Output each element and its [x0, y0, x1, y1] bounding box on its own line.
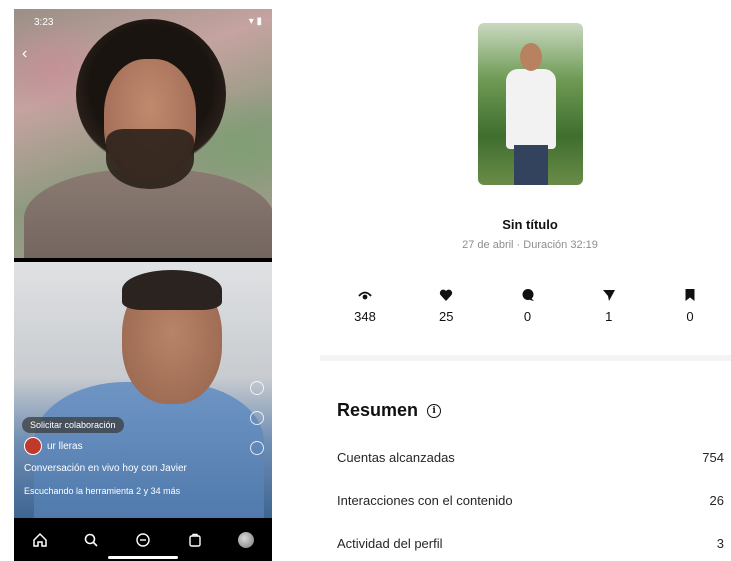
- avatar: [238, 531, 255, 548]
- host-hair: [122, 270, 222, 310]
- summary-title: Resumen: [337, 400, 419, 420]
- viewers-line: Escuchando la herramienta 2 y 34 más: [24, 486, 181, 496]
- stat-row-interactions[interactable]: Interacciones con el contenido 26: [337, 493, 724, 508]
- bottom-navigation: [14, 518, 272, 561]
- home-icon[interactable]: [27, 527, 53, 553]
- stat-value: 3: [716, 536, 724, 551]
- section-divider: [320, 355, 731, 361]
- overlay-user[interactable]: ur lleras: [24, 437, 83, 455]
- share-icon: [601, 287, 617, 303]
- metric-comments: 0: [488, 287, 568, 324]
- metric-value: 1: [605, 309, 613, 324]
- metric-saves: 0: [650, 287, 730, 324]
- heart-icon: [438, 287, 454, 303]
- live-video-screenshot: 3:23 ▾ ▮ ‹ Solicitar colaboración ur lle…: [14, 9, 272, 561]
- back-arrow-icon[interactable]: ‹: [22, 45, 27, 63]
- comment-icon: [520, 287, 536, 303]
- username: ur lleras: [47, 440, 83, 452]
- metric-value: 0: [523, 309, 532, 324]
- metric-views: 348: [325, 287, 405, 324]
- stat-row-profile-activity[interactable]: Actividad del perfil 3: [337, 536, 724, 551]
- metric-value: 348: [354, 309, 376, 324]
- stat-row-reach[interactable]: Cuentas alcanzadas 754: [337, 450, 724, 465]
- home-indicator: [108, 556, 178, 559]
- search-icon[interactable]: [78, 527, 104, 553]
- send-outline-icon[interactable]: [250, 441, 264, 455]
- reels-icon[interactable]: [130, 527, 156, 553]
- metric-likes: 25: [406, 287, 486, 324]
- status-icons: ▾ ▮: [248, 16, 262, 27]
- status-time: 3:23: [34, 17, 54, 28]
- heart-outline-icon[interactable]: [250, 381, 264, 395]
- stat-label: Interacciones con el contenido: [337, 493, 513, 508]
- stat-value: 754: [702, 450, 724, 465]
- guest-beard: [106, 129, 194, 189]
- save-icon: [682, 287, 698, 303]
- post-title: Sin título: [502, 217, 558, 232]
- eye-icon: [357, 287, 373, 303]
- host-video-feed: [14, 262, 272, 518]
- collaboration-pill[interactable]: Solicitar colaboración: [22, 417, 124, 433]
- guest-video-feed: 3:23 ▾ ▮ ‹: [14, 9, 272, 258]
- stat-label: Actividad del perfil: [337, 536, 443, 551]
- user-avatar: [24, 437, 42, 455]
- post-meta: 27 de abril · Duración 32:19: [462, 239, 598, 251]
- info-icon[interactable]: i: [427, 403, 442, 418]
- post-thumbnail[interactable]: [478, 23, 583, 185]
- stat-label: Cuentas alcanzadas: [337, 450, 455, 465]
- metric-shares: 1: [569, 287, 649, 324]
- side-actions: [250, 381, 264, 455]
- thumbnail-person-head: [520, 43, 542, 71]
- comment-outline-icon[interactable]: [250, 411, 264, 425]
- metric-value: 0: [686, 309, 694, 324]
- thumbnail-person-shirt: [506, 69, 556, 149]
- video-caption: Conversación en vivo hoy con Javier: [24, 463, 187, 474]
- summary-header: Resumen i: [337, 400, 442, 421]
- metric-value: 25: [439, 309, 454, 324]
- thumbnail-person-legs: [514, 145, 548, 185]
- metrics-row: 348 25 0 1 0: [330, 287, 730, 324]
- profile-avatar[interactable]: [233, 527, 259, 553]
- shop-icon[interactable]: [182, 527, 208, 553]
- stat-value: 26: [709, 493, 724, 508]
